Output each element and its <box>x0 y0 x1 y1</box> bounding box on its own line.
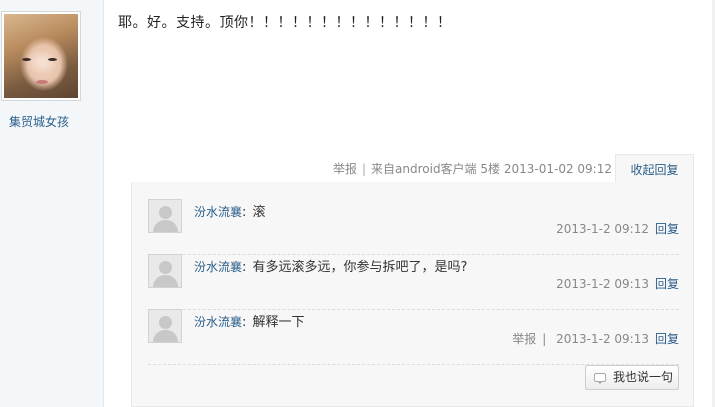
reply-author[interactable]: 汾水流襄 <box>194 260 242 274</box>
speech-bubble-icon <box>594 373 606 384</box>
report-link[interactable]: 举报 <box>512 332 536 346</box>
reply-button[interactable]: 回复 <box>655 222 679 236</box>
poster-column: 集贸城女孩 <box>0 0 104 407</box>
reply-time: 2013-1-2 09:13 <box>556 332 649 346</box>
reply-author[interactable]: 汾水流襄 <box>194 205 242 219</box>
reply-panel: 汾水流襄: 滚 2013-1-2 09:12 回复 汾水流襄: 有多远滚多远，你参… <box>131 182 694 407</box>
reply-colon: : <box>242 205 247 220</box>
reply-time: 2013-1-2 09:12 <box>556 222 649 236</box>
meta-separator: | <box>542 332 547 346</box>
say-something-button[interactable]: 我也说一句 <box>585 365 679 390</box>
default-user-icon[interactable] <box>148 199 182 233</box>
collapse-replies-button[interactable]: 收起回复 <box>615 154 694 182</box>
post-content: 耶。好。支持。顶你！！！！！！！！！！！！！！ <box>118 15 452 31</box>
reply-item: 汾水流襄: 有多远滚多远，你参与拆吧了，是吗? 2013-1-2 09:13 回复 <box>148 254 679 310</box>
reply-button[interactable]: 回复 <box>655 332 679 346</box>
default-user-icon[interactable] <box>148 254 182 288</box>
avatar-photo <box>4 14 78 98</box>
post-meta: 举报 | 来自android客户端 5楼 2013-01-02 09:12 <box>330 160 612 177</box>
report-link[interactable]: 举报 <box>333 162 357 176</box>
post-timestamp: 2013-01-02 09:12 <box>503 162 612 176</box>
reply-colon: : <box>242 315 247 330</box>
floor-number: 5楼 <box>480 162 501 176</box>
say-something-label: 我也说一句 <box>613 370 674 384</box>
poster-username[interactable]: 集贸城女孩 <box>0 113 78 130</box>
reply-item: 汾水流襄: 滚 2013-1-2 09:12 回复 <box>148 199 679 255</box>
reply-time: 2013-1-2 09:13 <box>556 277 649 291</box>
reply-button[interactable]: 回复 <box>655 277 679 291</box>
reply-text: 有多远滚多远，你参与拆吧了，是吗? <box>252 260 468 275</box>
avatar[interactable] <box>1 11 81 101</box>
reply-author[interactable]: 汾水流襄 <box>194 315 242 329</box>
post-source: 来自android客户端 <box>371 162 477 176</box>
meta-separator: | <box>361 162 367 176</box>
reply-item: 汾水流襄: 解释一下 举报 | 2013-1-2 09:13 回复 <box>148 309 679 365</box>
reply-text: 滚 <box>252 205 266 220</box>
default-user-icon[interactable] <box>148 309 182 343</box>
reply-colon: : <box>242 260 247 275</box>
reply-text: 解释一下 <box>252 315 305 330</box>
